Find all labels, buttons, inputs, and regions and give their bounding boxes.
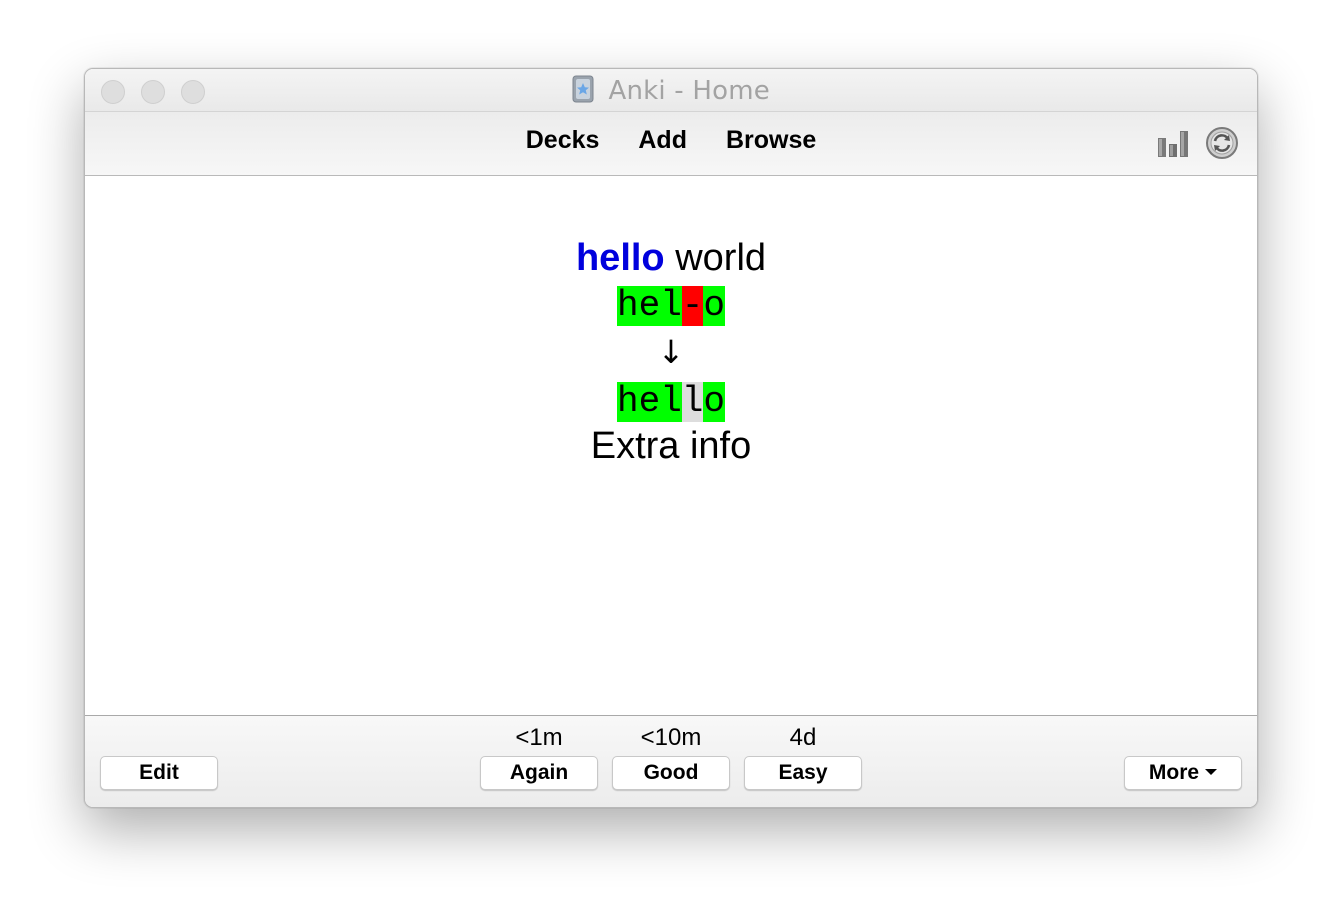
more-button-label: More xyxy=(1148,761,1200,784)
dropdown-caret-icon xyxy=(1205,769,1218,776)
anki-app-icon xyxy=(572,75,594,103)
typed-answer-comparison: hel-o xyxy=(616,285,726,326)
question-rest: world xyxy=(664,237,767,279)
down-arrow-icon: ↓ xyxy=(657,333,685,371)
card-content: hello world hel-o ↓ hello Extra info xyxy=(85,234,1257,468)
edit-button[interactable]: Edit xyxy=(100,756,218,790)
nav-decks-link[interactable]: Decks xyxy=(526,126,600,155)
typed-correct-segment: hel xyxy=(616,285,682,326)
easy-interval: 4d xyxy=(789,724,817,751)
again-button[interactable]: Again xyxy=(480,756,598,790)
title-bar[interactable]: Anki - Home xyxy=(85,69,1257,112)
answer-bar: Edit <1m Again <10m Good 4d Easy More xyxy=(85,715,1257,807)
typed-incorrect-segment: - xyxy=(681,285,704,326)
card-view: hello world hel-o ↓ hello Extra info xyxy=(85,176,1257,715)
nav-add-link[interactable]: Add xyxy=(638,126,687,155)
good-interval: <10m xyxy=(640,724,702,751)
sync-icon[interactable] xyxy=(1205,126,1239,160)
typed-correct-segment: o xyxy=(703,285,726,326)
main-nav: Decks Add Browse xyxy=(85,126,1257,155)
anki-window: Anki - Home Decks Add Browse hello world… xyxy=(84,68,1258,808)
top-toolbar: Decks Add Browse xyxy=(85,112,1257,176)
question-text: hello world xyxy=(85,234,1257,282)
answer-missed-segment: l xyxy=(681,381,704,422)
answer-matched-segment: o xyxy=(703,381,726,422)
answer-matched-segment: hel xyxy=(616,381,682,422)
good-button[interactable]: Good xyxy=(612,756,730,790)
easy-button[interactable]: Easy xyxy=(744,756,862,790)
correct-answer: hello xyxy=(616,381,726,422)
nav-browse-link[interactable]: Browse xyxy=(726,126,816,155)
again-interval: <1m xyxy=(515,724,563,751)
question-bold-word: hello xyxy=(575,237,665,279)
stats-icon[interactable] xyxy=(1157,128,1191,158)
extra-info-text: Extra info xyxy=(590,425,752,467)
window-title: Anki - Home xyxy=(608,76,770,106)
more-button[interactable]: More xyxy=(1124,756,1242,790)
